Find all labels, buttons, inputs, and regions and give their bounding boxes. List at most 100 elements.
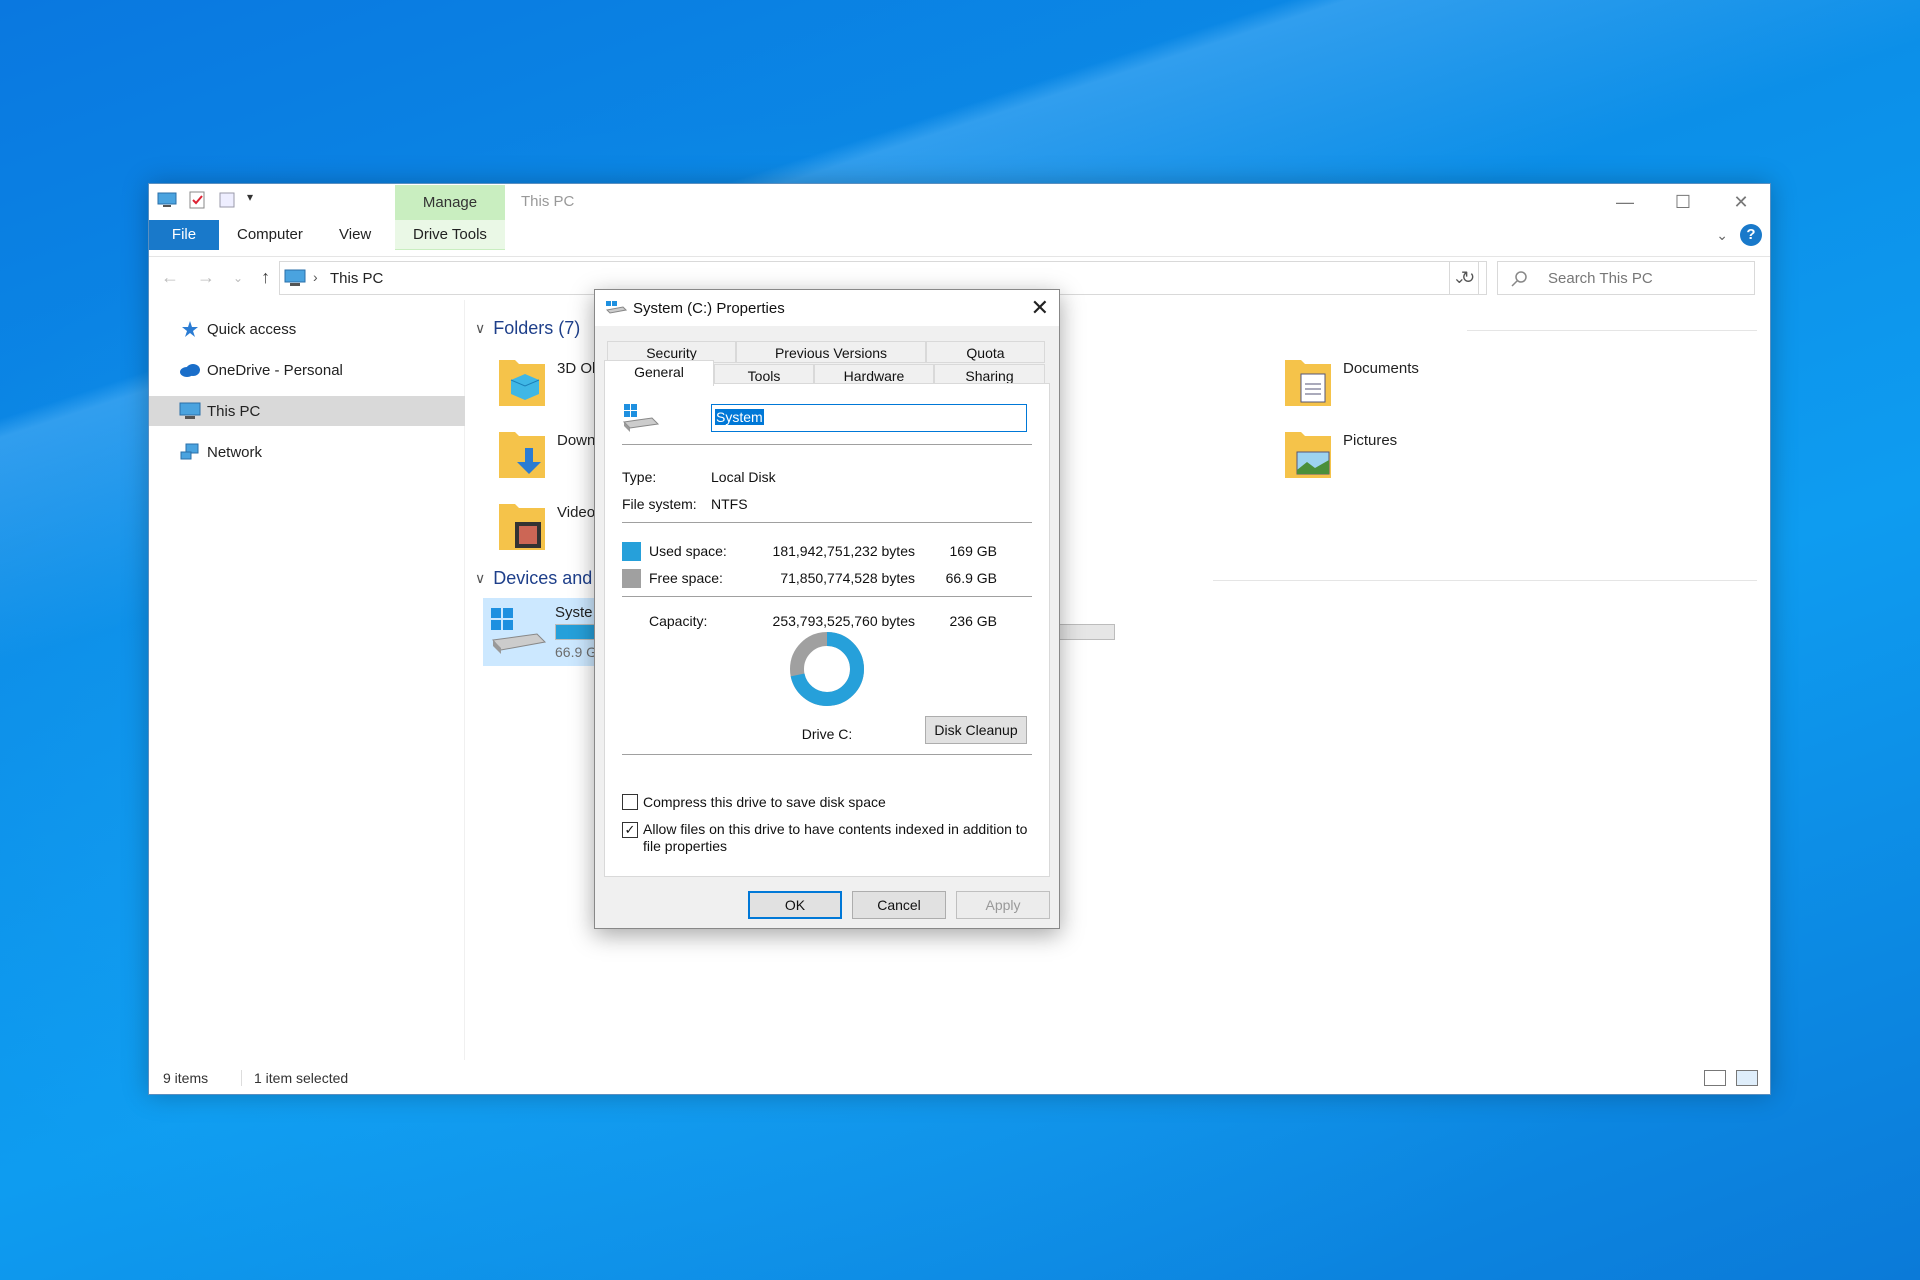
sidebar-item-network[interactable]: Network <box>149 437 465 467</box>
tab-general[interactable]: General <box>604 360 714 386</box>
folder-label: 3D Ol <box>557 360 595 377</box>
devices-group-header[interactable]: ∨ Devices and <box>475 568 592 589</box>
computer-icon[interactable] <box>157 190 177 210</box>
type-label: Type: <box>622 469 656 485</box>
drive-letter-label: Drive C: <box>775 726 879 742</box>
details-view-icon[interactable] <box>1704 1070 1726 1086</box>
tab-computer[interactable]: Computer <box>237 220 303 250</box>
drive-properties-dialog: System (C:) Properties ✕ Security Previo… <box>594 289 1060 929</box>
volume-name-input[interactable]: System <box>711 404 1027 432</box>
folder-label: Video <box>557 504 595 521</box>
large-icons-view-icon[interactable] <box>1736 1070 1758 1086</box>
search-input[interactable]: Search This PC <box>1497 261 1755 295</box>
manage-tab[interactable]: Manage <box>395 185 505 221</box>
maximize-icon[interactable]: ☐ <box>1654 184 1712 220</box>
cancel-button[interactable]: Cancel <box>852 891 946 919</box>
new-folder-icon[interactable] <box>217 190 237 210</box>
free-space-swatch <box>622 569 641 588</box>
chevron-down-icon: ∨ <box>475 320 485 337</box>
apply-button[interactable]: Apply <box>956 891 1050 919</box>
index-label-line2: file properties <box>643 838 727 854</box>
close-icon[interactable]: ✕ <box>1031 295 1049 321</box>
used-space-swatch <box>622 542 641 561</box>
sidebar-item-onedrive[interactable]: OneDrive - Personal <box>149 355 465 385</box>
file-system-value: NTFS <box>711 496 748 512</box>
compress-label: Compress this drive to save disk space <box>643 794 886 810</box>
index-label-line1: Allow files on this drive to have conten… <box>643 821 1027 837</box>
breadcrumb-separator-icon[interactable]: › <box>313 269 318 285</box>
sidebar-item-this-pc[interactable]: This PC <box>149 396 465 426</box>
group-divider <box>1467 330 1757 331</box>
divider <box>622 754 1032 755</box>
drive-icon <box>489 606 547 662</box>
item-count: 9 items <box>163 1070 208 1086</box>
window-controls: — ☐ ✕ <box>1596 184 1770 220</box>
network-icon <box>179 443 201 461</box>
index-checkbox[interactable]: ✓ <box>622 822 638 838</box>
forward-icon[interactable]: → <box>197 267 215 289</box>
divider <box>622 522 1032 523</box>
title-bar: ▾ Manage This PC — ☐ ✕ <box>149 184 1770 220</box>
properties-icon[interactable] <box>187 190 207 210</box>
recent-locations-icon[interactable]: ⌄ <box>233 267 243 289</box>
sidebar-item-label: Network <box>207 444 262 461</box>
refresh-button[interactable]: ↻ <box>1449 261 1487 295</box>
divider <box>622 596 1032 597</box>
folder-label: Documents <box>1343 360 1419 377</box>
ribbon-tabs: File Computer View Drive Tools ⌄ ? <box>149 220 1770 250</box>
file-system-label: File system: <box>622 496 697 512</box>
tab-view[interactable]: View <box>339 220 371 250</box>
minimize-icon[interactable]: — <box>1596 184 1654 220</box>
breadcrumb-this-pc[interactable]: This PC <box>330 270 383 287</box>
status-bar: 9 items 1 item selected <box>149 1066 1770 1094</box>
compress-checkbox[interactable] <box>622 794 638 810</box>
usage-donut-chart <box>785 627 869 711</box>
view-switcher <box>1704 1070 1758 1086</box>
drive-icon <box>622 402 662 438</box>
pictures-folder-icon <box>1283 426 1333 482</box>
tab-drive-tools[interactable]: Drive Tools <box>413 220 487 250</box>
ok-button[interactable]: OK <box>748 891 842 919</box>
3d-objects-folder-icon <box>497 354 547 410</box>
general-tab-panel: System Type: Local Disk File system: NTF… <box>604 383 1050 877</box>
navigation-pane: Quick access OneDrive - Personal This PC… <box>149 300 465 1060</box>
help-icon[interactable]: ? <box>1740 224 1762 246</box>
expand-ribbon-icon[interactable]: ⌄ <box>1716 227 1728 244</box>
sidebar-item-quick-access[interactable]: Quick access <box>149 314 465 344</box>
folder-label: Down <box>557 432 595 449</box>
star-icon <box>179 320 201 338</box>
used-space-size: 169 GB <box>925 543 997 559</box>
folders-group-header[interactable]: ∨ Folders (7) <box>475 318 580 339</box>
folder-pictures[interactable]: Pictures <box>1283 426 1503 486</box>
disk-cleanup-button[interactable]: Disk Cleanup <box>925 716 1027 744</box>
tab-previous-versions[interactable]: Previous Versions <box>736 341 926 363</box>
capacity-size: 236 GB <box>925 613 997 629</box>
back-icon[interactable]: ← <box>161 267 179 289</box>
group-divider <box>1213 580 1757 581</box>
search-icon <box>1510 270 1528 288</box>
used-space-bytes: 181,942,751,232 bytes <box>765 543 915 559</box>
up-icon[interactable]: ↑ <box>261 267 270 289</box>
chevron-down-icon: ∨ <box>475 570 485 587</box>
sidebar-item-label: OneDrive - Personal <box>207 362 343 379</box>
folder-documents[interactable]: Documents <box>1283 354 1503 414</box>
downloads-folder-icon <box>497 426 547 482</box>
documents-folder-icon <box>1283 354 1333 410</box>
folder-label: Pictures <box>1343 432 1397 449</box>
dialog-title: System (C:) Properties <box>633 300 785 317</box>
tab-quota[interactable]: Quota <box>926 341 1045 363</box>
customize-toolbar-icon[interactable]: ▾ <box>247 190 259 210</box>
group-title: Folders (7) <box>493 318 580 339</box>
computer-icon <box>179 402 201 420</box>
capacity-label: Capacity: <box>649 613 707 629</box>
dialog-title-bar: System (C:) Properties ✕ <box>595 290 1059 326</box>
group-title: Devices and <box>493 568 592 589</box>
quick-access-toolbar: ▾ <box>157 190 259 210</box>
drive-label: Syste <box>555 604 593 621</box>
tab-file[interactable]: File <box>149 220 219 250</box>
used-space-label: Used space: <box>649 543 727 559</box>
drive-free-text: 66.9 G <box>555 644 597 660</box>
ribbon-right-controls: ⌄ ? <box>1716 224 1762 246</box>
cloud-icon <box>179 361 201 379</box>
close-icon[interactable]: ✕ <box>1712 184 1770 220</box>
